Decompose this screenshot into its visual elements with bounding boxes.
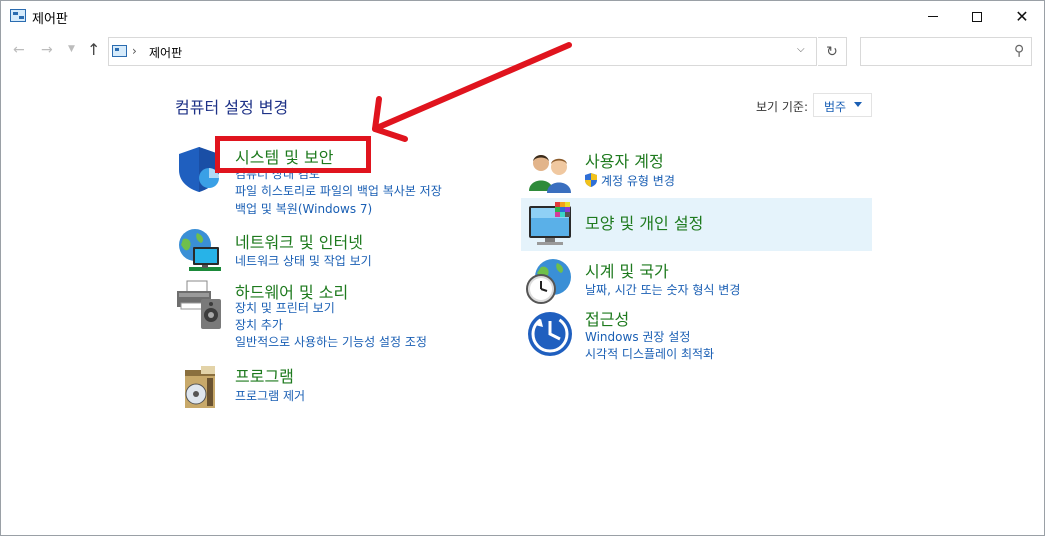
search-input[interactable]: ⚲: [860, 37, 1032, 66]
refresh-icon: ↻: [826, 43, 838, 60]
link-network-status[interactable]: 네트워크 상태 및 작업 보기: [235, 252, 372, 269]
link-recommended-settings[interactable]: Windows 권장 설정: [585, 328, 690, 345]
control-panel-icon: [112, 45, 127, 57]
maximize-icon: [972, 11, 982, 22]
refresh-button[interactable]: ↻: [818, 37, 847, 66]
category-title-user-accounts[interactable]: 사용자 계정: [585, 148, 664, 172]
view-by-dropdown[interactable]: 범주: [813, 93, 872, 117]
annotation-arrow-icon: [372, 42, 572, 142]
link-change-account-type[interactable]: 계정 유형 변경: [601, 172, 675, 189]
search-icon: ⚲: [1013, 43, 1024, 59]
view-by-label: 보기 기준:: [756, 100, 809, 114]
programs-icon: [185, 366, 215, 408]
uac-shield-icon: [585, 173, 597, 187]
category-title-ease-of-access[interactable]: 접근성: [585, 306, 629, 330]
title-bar: 제어판 ✕: [1, 1, 1044, 32]
page-title: 컴퓨터 설정 변경: [175, 98, 289, 117]
control-panel-icon: [10, 9, 26, 22]
maximize-button[interactable]: [954, 1, 1000, 32]
annotation-highlight-box: [215, 136, 371, 173]
link-file-history[interactable]: 파일 히스토리로 파일의 백업 복사본 저장: [235, 182, 442, 199]
close-button[interactable]: ✕: [999, 1, 1045, 32]
category-title-clock-region[interactable]: 시계 및 국가: [585, 258, 669, 282]
link-optimize-display[interactable]: 시각적 디스플레이 최적화: [585, 345, 714, 362]
link-add-device[interactable]: 장치 추가: [235, 316, 283, 333]
category-title-programs[interactable]: 프로그램: [235, 363, 294, 387]
category-title-appearance[interactable]: 모양 및 개인 설정: [585, 210, 703, 234]
link-date-time-format[interactable]: 날짜, 시간 또는 숫자 형식 변경: [585, 281, 740, 298]
minimize-button[interactable]: [910, 1, 956, 32]
link-backup-restore[interactable]: 백업 및 복원(Windows 7): [235, 200, 372, 217]
caret-down-icon: [854, 102, 862, 107]
link-uninstall-program[interactable]: 프로그램 제거: [235, 387, 305, 404]
control-panel-window: 제어판 ✕ ← → ▼ ↑ › 제어판 ⌵ ↻ ⚲ 컴퓨터 설정 변경 보기 기…: [0, 0, 1045, 536]
clock-globe-icon: [526, 259, 571, 304]
category-title-network-internet[interactable]: 네트워크 및 인터넷: [235, 229, 363, 253]
close-icon: ✕: [1015, 7, 1029, 26]
chevron-down-icon[interactable]: ⌵: [797, 44, 805, 55]
link-mobility-settings[interactable]: 일반적으로 사용하는 기능성 설정 조정: [235, 333, 427, 350]
forward-arrow-icon[interactable]: →: [41, 42, 53, 58]
link-devices-printers[interactable]: 장치 및 프린터 보기: [235, 299, 335, 316]
breadcrumb[interactable]: 제어판: [149, 44, 182, 61]
monitor-icon: [529, 202, 571, 245]
back-arrow-icon[interactable]: ←: [13, 42, 25, 58]
users-icon: [529, 155, 571, 193]
accessibility-icon: [528, 312, 572, 356]
minimize-icon: [928, 16, 938, 17]
view-by-value: 범주: [824, 100, 847, 114]
up-arrow-icon[interactable]: ↑: [87, 40, 100, 59]
network-icon: [179, 229, 221, 271]
recent-locations-chevron-icon[interactable]: ▼: [68, 44, 75, 54]
breadcrumb-separator-icon[interactable]: ›: [132, 44, 137, 58]
window-title: 제어판: [32, 12, 68, 27]
printer-icon: [177, 280, 221, 329]
